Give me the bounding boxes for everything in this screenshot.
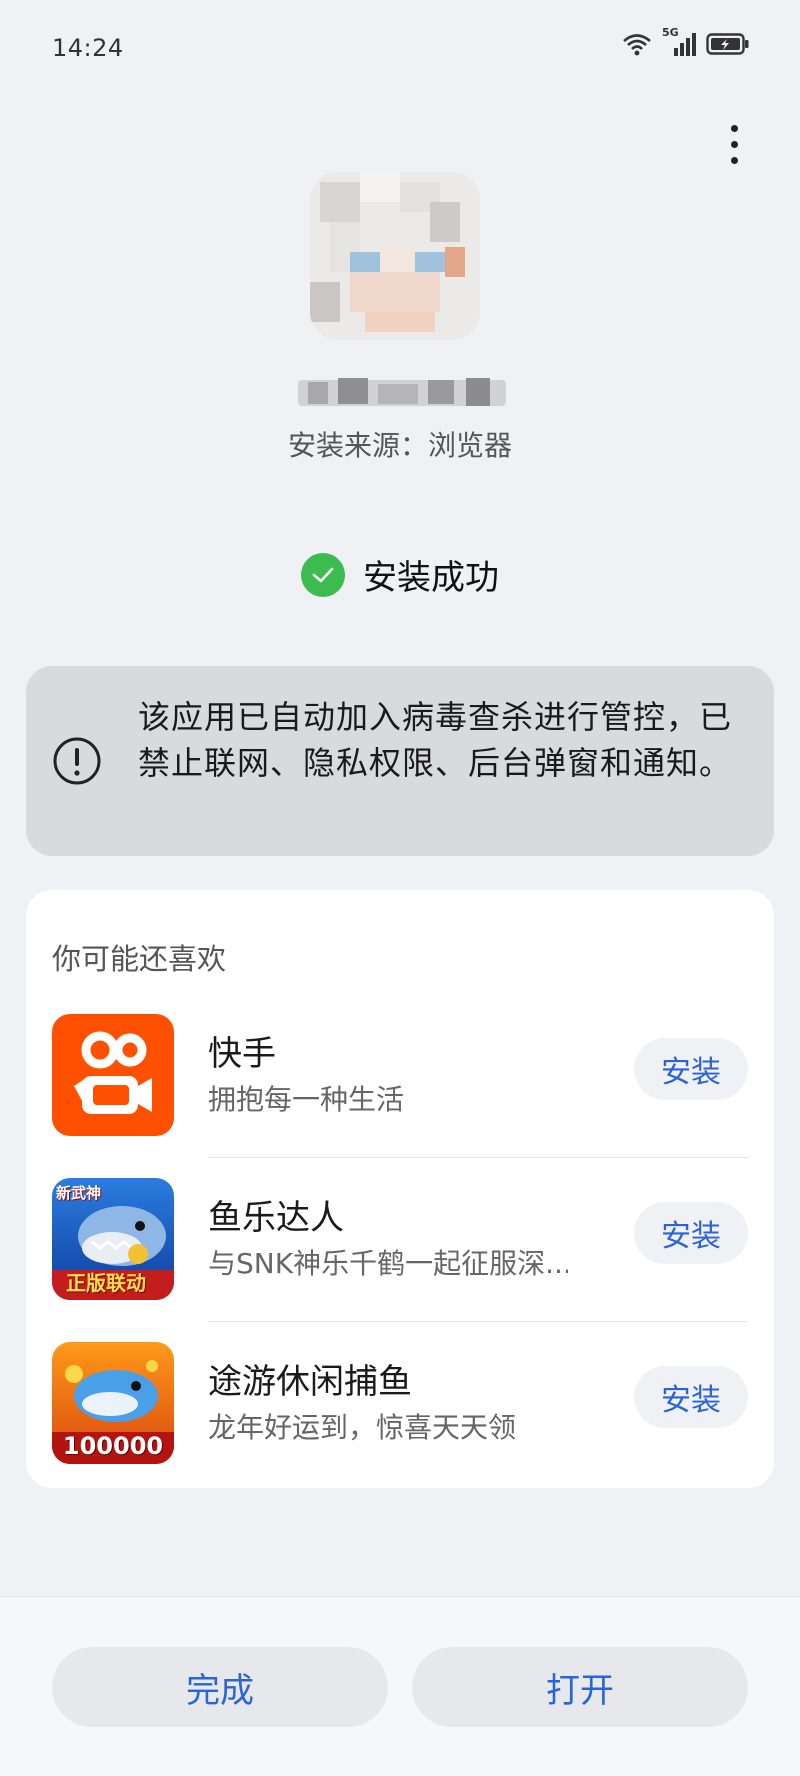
install-status-text: 安装成功 bbox=[363, 558, 499, 598]
install-source-text: 安装来源：浏览器 bbox=[287, 429, 512, 462]
install-status: 安装成功 bbox=[0, 550, 800, 599]
fish-game-icon: 新武神 正版联动 bbox=[52, 1178, 174, 1300]
exclamation-circle-icon bbox=[52, 736, 102, 786]
status-bar: 14:24 5G bbox=[0, 0, 800, 96]
install-button[interactable]: 安装 bbox=[634, 1366, 748, 1428]
app-name: 途游休闲捕鱼 bbox=[208, 1362, 412, 1402]
virus-protection-notice-text: 该应用已自动加入病毒查杀进行管控，已禁止联网、隐私权限、后台弹窗和通知。 bbox=[138, 698, 733, 782]
thumb-badge-top: 新武神 bbox=[56, 1184, 102, 1202]
thumb-badge: 100000 bbox=[62, 1432, 164, 1460]
install-button[interactable]: 安装 bbox=[634, 1038, 748, 1100]
status-icons: 5G bbox=[622, 26, 750, 60]
app-name: 快手 bbox=[208, 1034, 276, 1074]
bottom-action-bar: 完成 打开 bbox=[0, 1596, 800, 1776]
app-description: 与SNK神乐千鹤一起征服深... bbox=[208, 1247, 568, 1280]
status-time: 14:24 bbox=[52, 34, 124, 62]
wifi-icon bbox=[622, 32, 652, 60]
network-type-label: 5G bbox=[662, 26, 679, 39]
more-vert-icon[interactable] bbox=[706, 108, 762, 180]
kuaishou-icon bbox=[52, 1014, 174, 1136]
recommendations-title: 你可能还喜欢 bbox=[52, 942, 227, 976]
battery-charging-icon bbox=[706, 32, 750, 60]
virus-protection-notice: 该应用已自动加入病毒查杀进行管控，已禁止联网、隐私权限、后台弹窗和通知。 bbox=[26, 666, 774, 856]
fishing-game-icon: 100000 bbox=[52, 1342, 174, 1464]
signal-icon: 5G bbox=[662, 26, 696, 60]
app-description: 拥抱每一种生活 bbox=[208, 1083, 405, 1116]
app-name: 鱼乐达人 bbox=[208, 1198, 344, 1238]
app-description: 龙年好运到，惊喜天天领 bbox=[208, 1411, 517, 1444]
recommendation-item[interactable]: 100000 途游休闲捕鱼 龙年好运到，惊喜天天领 安装 bbox=[26, 1322, 774, 1486]
app-avatar-icon bbox=[310, 172, 480, 340]
done-button[interactable]: 完成 bbox=[52, 1647, 388, 1727]
open-button[interactable]: 打开 bbox=[412, 1647, 748, 1727]
thumb-badge-bottom: 正版联动 bbox=[66, 1271, 146, 1295]
install-button[interactable]: 安装 bbox=[634, 1202, 748, 1264]
check-circle-icon bbox=[301, 552, 345, 597]
recommendations-card: 你可能还喜欢 快手 拥抱每一种生活 安装 新武神 正版联动 鱼乐达人 与SNK神… bbox=[26, 890, 774, 1488]
recommendation-item[interactable]: 新武神 正版联动 鱼乐达人 与SNK神乐千鹤一起征服深... 安装 bbox=[26, 1158, 774, 1322]
recommendation-item[interactable]: 快手 拥抱每一种生活 安装 bbox=[26, 994, 774, 1158]
app-name-obscured bbox=[298, 370, 506, 410]
